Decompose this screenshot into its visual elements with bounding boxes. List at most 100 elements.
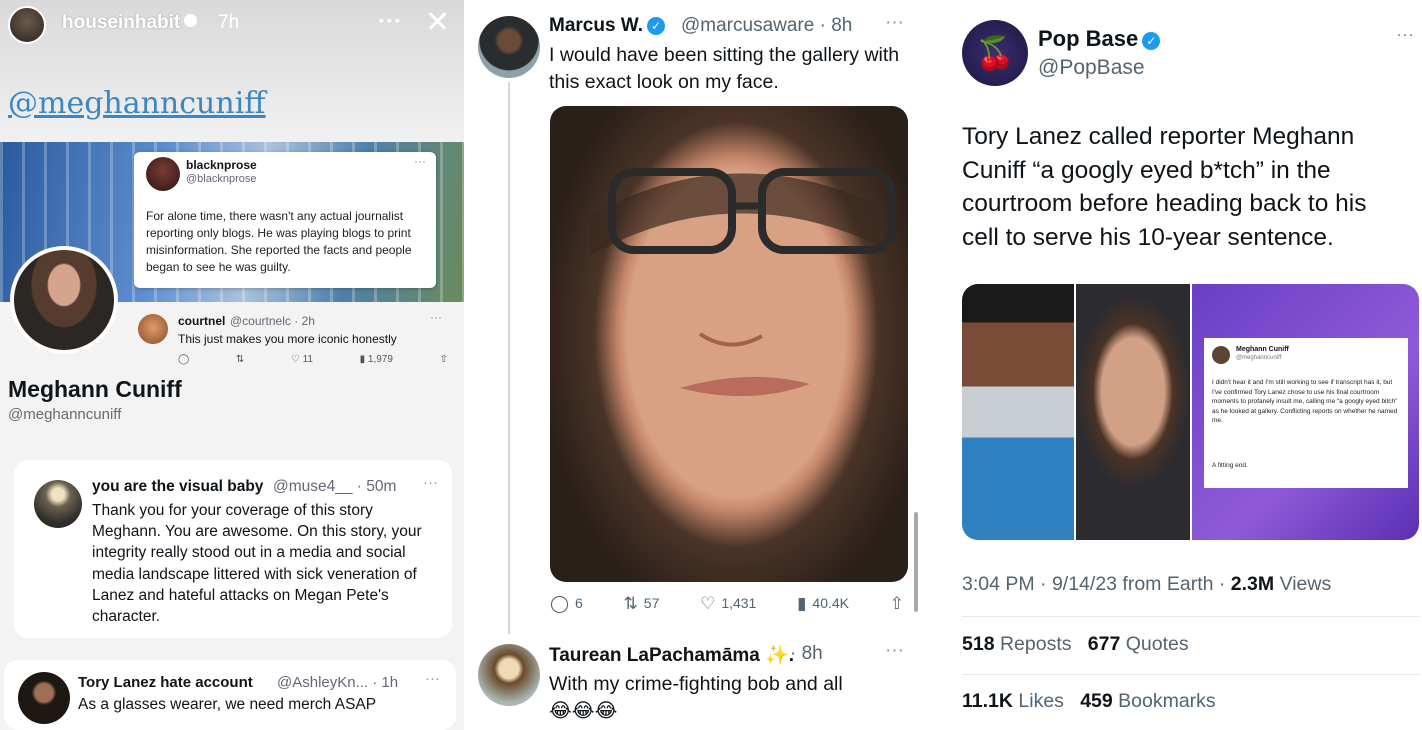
- repost-button[interactable]: ⇅ 57: [624, 594, 660, 614]
- popbase-tweet-panel: 🍒 Pop Base ✓ @PopBase ··· Tory Lanez call…: [928, 0, 1422, 730]
- reply-name: courtnel: [178, 314, 226, 328]
- tweet-text: Tory Lanez called reporter Meghann Cunif…: [962, 123, 1367, 251]
- emoji-row: 😂😂😂: [549, 700, 618, 722]
- tweet-media-collage[interactable]: Meghann Cuniff @meghanncuniff I didn't h…: [962, 284, 1419, 540]
- reply-handle: @courtnelc · 2h: [230, 314, 315, 328]
- like-count: 11: [302, 354, 313, 365]
- views-icon: ▮: [797, 594, 807, 613]
- tweet-author-name[interactable]: Marcus W. ✓: [549, 15, 665, 37]
- reply-card-name: Tory Lanez hate account: [78, 674, 253, 691]
- tweet-author-name-text: Marcus W.: [549, 15, 643, 36]
- profile-photo: [10, 246, 118, 354]
- tweet-timestamp: 3:04 PM · 9/14/23 from Earth · 2.3M View…: [962, 573, 1331, 596]
- more-options-icon: ···: [425, 670, 440, 687]
- tweet-photo[interactable]: [550, 106, 908, 582]
- views-count: 1,979: [367, 354, 393, 365]
- engagement-stats: 518 Reposts 677 Quotes: [962, 633, 1189, 656]
- tweet-handle: @marcusaware · 8h: [681, 15, 853, 36]
- avatar: [1212, 346, 1230, 364]
- embedded-tweet-handle: @meghanncuniff: [1236, 355, 1282, 361]
- reply-card-name: you are the visual baby: [92, 478, 264, 495]
- story-mention-link[interactable]: @meghanncuniff: [8, 86, 266, 121]
- avatar[interactable]: [478, 16, 540, 78]
- like-button[interactable]: ♡ 1,431: [700, 594, 756, 614]
- media-photo: [1076, 284, 1190, 540]
- like-icon: ♡: [700, 594, 716, 613]
- avatar: [146, 157, 180, 191]
- more-options-icon[interactable]: ···: [1396, 24, 1414, 45]
- views-button[interactable]: ▮ 40.4K: [797, 594, 849, 614]
- bookmarks-link[interactable]: 459 Bookmarks: [1080, 690, 1216, 712]
- tweet-thread-panel: Marcus W. ✓ @marcusaware · 8h ··· I would…: [468, 0, 924, 730]
- tweet-author-name[interactable]: Taurean LaPachamāma ✨.: [549, 643, 794, 667]
- reposts-link[interactable]: 518 Reposts: [962, 633, 1072, 655]
- reply-count: 6: [575, 595, 583, 611]
- more-options-icon: ···: [414, 154, 426, 168]
- views-count: 40.4K: [812, 595, 850, 611]
- divider: [962, 674, 1420, 675]
- reply-icon: ◯: [178, 354, 190, 365]
- like-icon: ♡: [290, 354, 300, 365]
- share-button[interactable]: ⇧: [890, 594, 910, 614]
- quotes-link[interactable]: 677 Quotes: [1088, 633, 1189, 655]
- engagement-stats: 11.1K Likes 459 Bookmarks: [962, 690, 1216, 713]
- story-panel: houseinhabit 7h ··· ✕ @meghanncuniff bla…: [0, 0, 464, 730]
- tweet-handle: @PopBase: [1038, 56, 1145, 79]
- profile-name: Meghann Cuniff: [8, 376, 182, 402]
- scrollbar[interactable]: [914, 512, 918, 612]
- avatar[interactable]: 🍒: [962, 20, 1028, 86]
- embedded-tweet-card: Meghann Cuniff @meghanncuniff I didn't h…: [1204, 338, 1408, 488]
- tweet-text: I would have been sitting the gallery wi…: [549, 44, 900, 93]
- thread-line: [508, 82, 510, 634]
- reply-text: This just makes you more iconic honestly: [178, 332, 397, 346]
- media-photo: [962, 284, 1074, 540]
- likes-label: Likes: [1012, 690, 1064, 712]
- views-group: ▮ 1,979: [360, 354, 393, 365]
- quoted-tweet-text: For alone time, there wasn't any actual …: [146, 209, 412, 274]
- reply-card-text: Thank you for your coverage of this stor…: [92, 502, 422, 626]
- avatar[interactable]: [478, 644, 540, 706]
- tweet-author-name[interactable]: Pop Base ✓: [1038, 26, 1161, 52]
- more-options-icon[interactable]: ···: [885, 12, 904, 34]
- quoted-tweet-name: blacknprose: [186, 158, 257, 172]
- more-options-icon: ···: [430, 310, 442, 324]
- reply-action-bar: ◯ ⇅ ♡ 11 ▮ 1,979 ⇧: [178, 354, 448, 365]
- more-options-icon[interactable]: ···: [378, 8, 402, 36]
- repost-icon: ⇅: [623, 594, 638, 613]
- avatar: [34, 480, 82, 528]
- reposts-label: Reposts: [994, 633, 1072, 655]
- story-avatar[interactable]: [8, 6, 46, 44]
- views-icon: ▮: [359, 354, 366, 365]
- views-count: 2.3M: [1230, 573, 1275, 595]
- reply-tweet: courtnel @courtnelc · 2h ··· This just m…: [134, 308, 454, 378]
- likes-link[interactable]: 11.1K Likes: [962, 690, 1064, 712]
- reply-card: you are the visual baby @muse4__ · 50m ·…: [14, 460, 452, 638]
- quoted-tweet-handle: @blacknprose: [186, 173, 257, 185]
- verified-icon: [184, 14, 198, 27]
- bookmarks-label: Bookmarks: [1112, 690, 1216, 712]
- share-icon: ⇧: [439, 354, 448, 365]
- reply-card-text: As a glasses wearer, we need merch ASAP: [78, 696, 377, 713]
- close-icon[interactable]: ✕: [425, 5, 450, 40]
- quotes-count: 677: [1087, 633, 1121, 655]
- more-options-icon[interactable]: ···: [885, 640, 904, 662]
- media-screenshot: Meghann Cuniff @meghanncuniff I didn't h…: [1192, 284, 1419, 540]
- reply-button[interactable]: ◯ 6: [550, 594, 583, 614]
- likes-count: 11.1K: [962, 690, 1013, 712]
- verified-icon: ✓: [646, 17, 665, 35]
- embedded-tweet-end: A fitting end.: [1212, 462, 1248, 469]
- divider: [962, 616, 1420, 617]
- reposts-count: 518: [962, 633, 995, 655]
- reply-card-handle: @muse4__ · 50m: [273, 478, 397, 495]
- tweet-action-bar: ◯ 6 ⇅ 57 ♡ 1,431 ▮ 40.4K ⇧: [550, 594, 910, 614]
- like-group: ♡ 11: [291, 354, 313, 365]
- like-count: 1,431: [721, 595, 757, 611]
- cherry-icon: 🍒: [975, 35, 1015, 71]
- verified-icon: ✓: [1142, 32, 1161, 50]
- repost-count: 57: [643, 595, 660, 611]
- views-label: Views: [1274, 573, 1332, 595]
- repost-icon: ⇅: [235, 354, 245, 365]
- reply-card: Tory Lanez hate account @AshleyKn... · 1…: [4, 660, 456, 730]
- reply-card-handle: @AshleyKn... · 1h: [277, 674, 399, 691]
- story-username[interactable]: houseinhabit: [62, 12, 198, 34]
